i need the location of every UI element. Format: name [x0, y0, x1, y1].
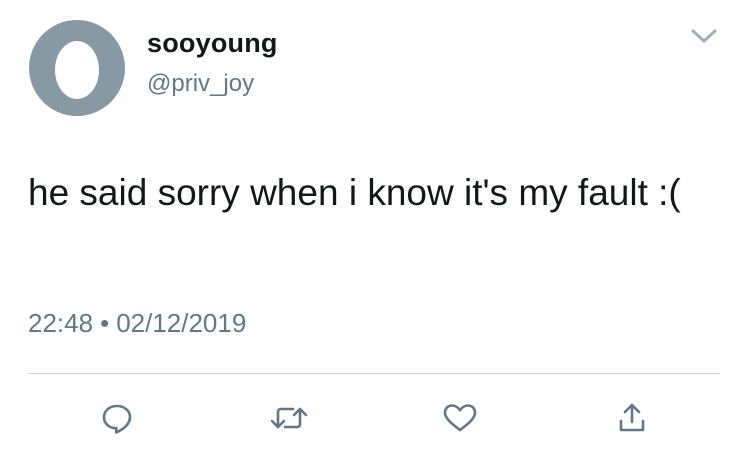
heart-icon [443, 404, 477, 432]
avatar[interactable] [29, 20, 125, 116]
meta-separator: • [100, 308, 110, 338]
tweet-date: 02/12/2019 [116, 308, 247, 338]
speech-bubble-icon [102, 404, 132, 434]
retweet-arrows-icon [270, 407, 308, 429]
tweet-timestamp[interactable]: 22:48 • 02/12/2019 [28, 308, 246, 339]
reply-button[interactable] [97, 398, 137, 438]
default-egg-avatar-icon [55, 41, 99, 99]
chevron-down-icon [691, 29, 717, 43]
share-button[interactable] [612, 398, 652, 438]
retweet-button[interactable] [269, 398, 309, 438]
tweet-menu-button[interactable] [686, 22, 722, 50]
tweet-card: sooyoung @priv_joy he said sorry when i … [0, 0, 750, 457]
display-name[interactable]: sooyoung [147, 28, 278, 59]
like-button[interactable] [440, 398, 480, 438]
share-upload-icon [619, 403, 645, 432]
divider [28, 373, 720, 374]
user-handle[interactable]: @priv_joy [147, 70, 254, 98]
tweet-time: 22:48 [28, 308, 94, 338]
tweet-text: he said sorry when i know it's my fault … [28, 172, 681, 213]
